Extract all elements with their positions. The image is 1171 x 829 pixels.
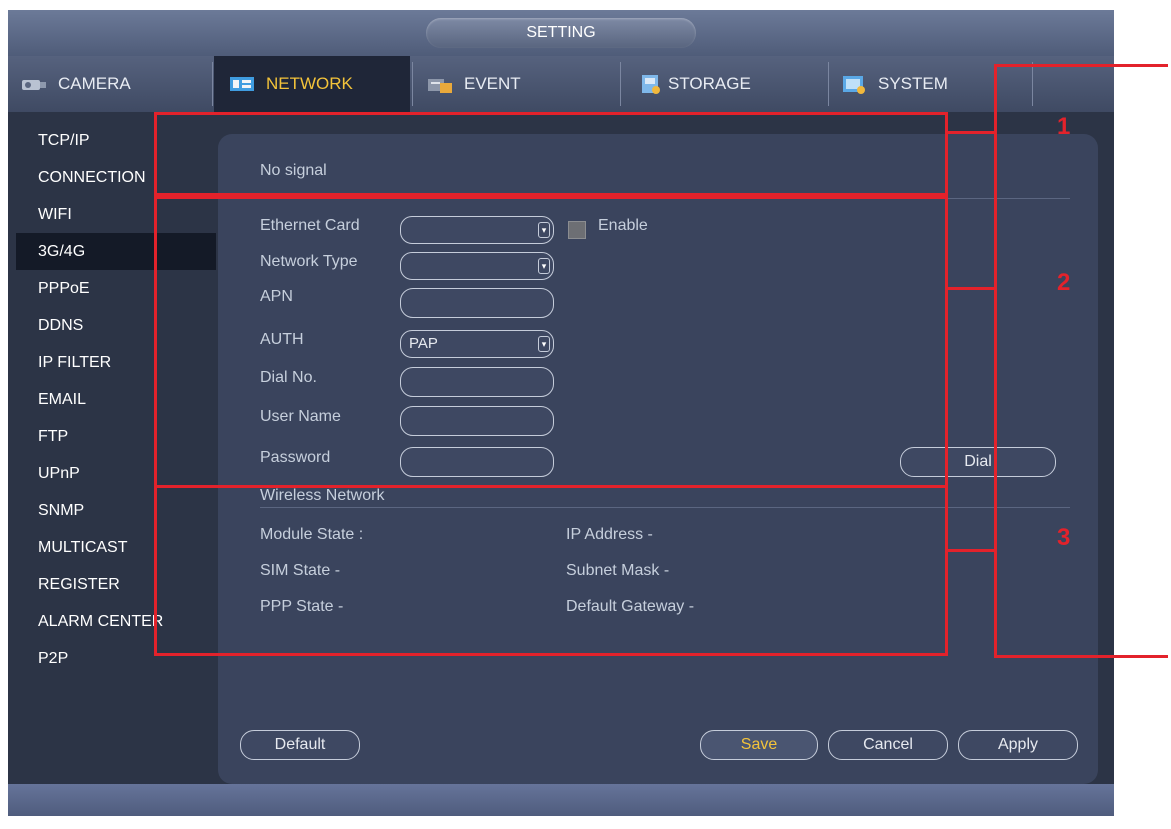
callout-bracket xyxy=(994,64,997,658)
tab-bar: CAMERA NETWORK EVENT STORAGE SYSTEM xyxy=(8,56,1114,112)
tab-divider xyxy=(1032,62,1033,106)
camera-icon xyxy=(20,73,48,95)
callout-leader-1 xyxy=(948,131,995,134)
highlight-box-3 xyxy=(154,485,948,656)
tab-camera[interactable]: CAMERA xyxy=(20,56,210,112)
storage-icon xyxy=(636,73,664,95)
callout-leader-3 xyxy=(948,549,995,552)
highlight-box-2 xyxy=(154,196,948,488)
tab-divider xyxy=(212,62,213,106)
tab-label: EVENT xyxy=(464,74,521,93)
tab-divider xyxy=(412,62,413,106)
callout-number-3: 3 xyxy=(1057,524,1071,551)
status-bar xyxy=(8,784,1114,816)
cancel-button[interactable]: Cancel xyxy=(828,730,948,760)
network-icon xyxy=(228,73,256,95)
callout-number-1: 1 xyxy=(1057,113,1071,140)
save-button[interactable]: Save xyxy=(700,730,818,760)
tab-network[interactable]: NETWORK xyxy=(214,56,410,112)
tab-label: SYSTEM xyxy=(878,74,948,93)
highlight-box-1 xyxy=(154,112,948,196)
tab-event[interactable]: EVENT xyxy=(426,56,616,112)
callout-bracket-bottom xyxy=(994,655,1168,658)
system-icon xyxy=(840,73,868,95)
callout-bracket-top xyxy=(994,64,1168,67)
apply-button[interactable]: Apply xyxy=(958,730,1078,760)
tab-label: NETWORK xyxy=(266,74,353,93)
tab-label: CAMERA xyxy=(58,74,131,93)
window-title: SETTING xyxy=(426,18,696,48)
tab-label: STORAGE xyxy=(668,74,751,93)
event-icon xyxy=(426,73,454,95)
tab-divider xyxy=(828,62,829,106)
callout-leader-2 xyxy=(948,287,995,290)
default-button[interactable]: Default xyxy=(240,730,360,760)
title-bar: SETTING xyxy=(8,10,1114,56)
tab-divider xyxy=(620,62,621,106)
callout-number-2: 2 xyxy=(1057,269,1071,296)
tab-storage[interactable]: STORAGE xyxy=(636,56,826,112)
